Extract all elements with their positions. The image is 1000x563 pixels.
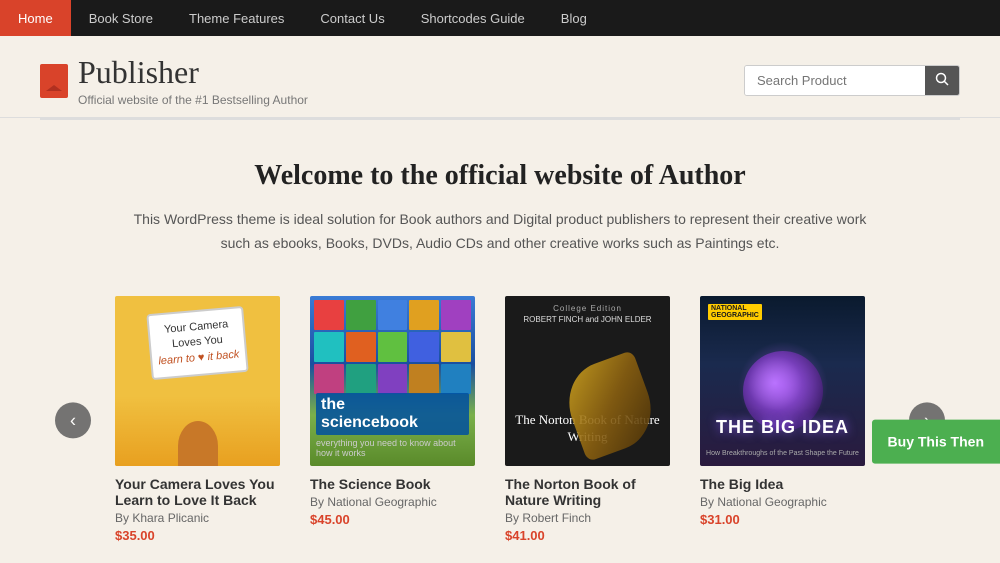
search-button[interactable] <box>925 66 959 95</box>
grid-cell <box>346 300 376 330</box>
carousel-track: Your CameraLoves Youlearn to ♥ it back Y… <box>0 296 1000 543</box>
grid-cell <box>409 332 439 362</box>
search-box <box>744 65 960 96</box>
grid-cell <box>346 364 376 394</box>
norton-authors: ROBERT FINCH and JOHN ELDER <box>513 315 662 324</box>
book-title-2: The Science Book <box>310 476 475 492</box>
grid-cell <box>346 332 376 362</box>
nav-bookstore[interactable]: Book Store <box>71 0 171 36</box>
book-card-3: College Edition ROBERT FINCH and JOHN EL… <box>490 296 685 543</box>
science-book-title: thesciencebook <box>316 393 469 435</box>
book-title-1: Your Camera Loves You Learn to Love It B… <box>115 476 280 508</box>
grid-cell <box>409 364 439 394</box>
book-price-2: $45.00 <box>310 512 475 527</box>
bigidea-subtitle-overlay: How Breakthroughs of the Past Shape the … <box>704 449 861 458</box>
science-title-overlay: thesciencebook everything you need to kn… <box>316 393 469 458</box>
grid-cell <box>378 300 408 330</box>
book-title-4: The Big Idea <box>700 476 865 492</box>
grid-cell <box>314 332 344 362</box>
book-title-3: The Norton Book of Nature Writing <box>505 476 670 508</box>
grid-cell <box>441 300 471 330</box>
book-author-3: By Robert Finch <box>505 511 670 525</box>
buy-btn-wrapper: Buy This Then <box>872 420 1000 464</box>
carousel-prev-button[interactable]: ‹ <box>55 402 91 438</box>
search-input[interactable] <box>745 66 925 95</box>
book-cover-1[interactable]: Your CameraLoves Youlearn to ♥ it back <box>115 296 280 466</box>
book-bottom-art <box>115 396 280 466</box>
search-icon <box>935 72 949 86</box>
norton-header: College Edition ROBERT FINCH and JOHN EL… <box>513 304 662 324</box>
welcome-title: Welcome to the official website of Autho… <box>80 160 920 192</box>
book-author-1: By Khara Plicanic <box>115 511 280 525</box>
bigidea-subtitle-text: How Breakthroughs of the Past Shape the … <box>704 449 861 458</box>
nav-home[interactable]: Home <box>0 0 71 36</box>
book-card-2: thesciencebook everything you need to kn… <box>295 296 490 543</box>
book-price-4: $31.00 <box>700 512 865 527</box>
grid-cell <box>409 300 439 330</box>
science-grid <box>310 296 475 398</box>
grid-cell <box>314 364 344 394</box>
search-area <box>744 65 960 96</box>
grid-cell <box>378 332 408 362</box>
buy-this-then-button[interactable]: Buy This Then <box>872 420 1000 464</box>
book-cover-text-1: Your CameraLoves Youlearn to ♥ it back <box>146 305 249 379</box>
bigidea-title-overlay: THE BIG IDEA <box>700 417 865 438</box>
bigidea-header: NATIONALGEOGRAPHIC <box>708 304 857 320</box>
logo-text-area: Publisher Official website of the #1 Bes… <box>78 54 308 107</box>
book-price-3: $41.00 <box>505 528 670 543</box>
book-price-1: $35.00 <box>115 528 280 543</box>
person-silhouette <box>178 421 218 466</box>
book-author-4: By National Geographic <box>700 495 865 509</box>
book-author-2: By National Geographic <box>310 495 475 509</box>
nav-theme-features[interactable]: Theme Features <box>171 0 302 36</box>
book-cover-3[interactable]: College Edition ROBERT FINCH and JOHN EL… <box>505 296 670 466</box>
bigidea-title-text: THE BIG IDEA <box>700 417 865 438</box>
ng-logo: NATIONALGEOGRAPHIC <box>708 304 762 320</box>
site-subtitle: Official website of the #1 Bestselling A… <box>78 93 308 107</box>
book-card-1: Your CameraLoves Youlearn to ♥ it back Y… <box>100 296 295 543</box>
book-card-4: NATIONALGEOGRAPHIC THE BIG IDEA How Brea… <box>685 296 880 543</box>
site-title: Publisher <box>78 54 308 91</box>
main-nav: Home Book Store Theme Features Contact U… <box>0 0 1000 36</box>
books-carousel: ‹ Your CameraLoves Youlearn to ♥ it back… <box>0 286 1000 563</box>
nav-blog[interactable]: Blog <box>543 0 605 36</box>
grid-cell <box>441 332 471 362</box>
welcome-description: This WordPress theme is ideal solution f… <box>120 208 880 256</box>
book-cover-4[interactable]: NATIONALGEOGRAPHIC THE BIG IDEA How Brea… <box>700 296 865 466</box>
grid-cell <box>378 364 408 394</box>
science-subtitle: everything you need to know about how it… <box>316 438 469 458</box>
grid-cell <box>314 300 344 330</box>
logo-icon <box>40 64 68 98</box>
book-cover-2[interactable]: thesciencebook everything you need to kn… <box>310 296 475 466</box>
nav-contact[interactable]: Contact Us <box>302 0 402 36</box>
logo-area: Publisher Official website of the #1 Bes… <box>40 54 308 107</box>
norton-edition: College Edition <box>513 304 662 313</box>
site-header: Publisher Official website of the #1 Bes… <box>0 36 1000 118</box>
nav-shortcodes[interactable]: Shortcodes Guide <box>403 0 543 36</box>
welcome-section: Welcome to the official website of Autho… <box>0 120 1000 286</box>
grid-cell <box>441 364 471 394</box>
